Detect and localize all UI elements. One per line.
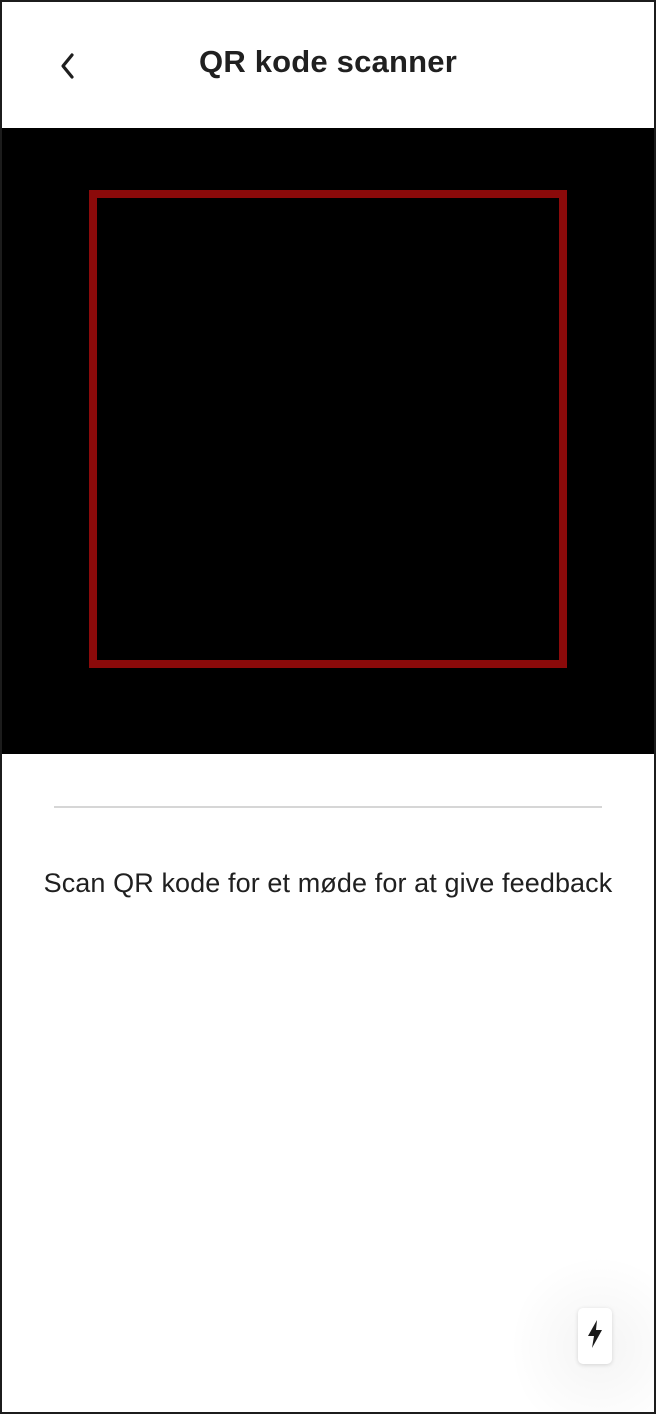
- flash-toggle-button[interactable]: [578, 1308, 612, 1364]
- scan-frame: [89, 190, 567, 668]
- flash-icon: [586, 1319, 604, 1354]
- divider: [54, 806, 602, 808]
- top-header: QR kode scanner: [2, 2, 654, 128]
- instruction-text: Scan QR kode for et møde for at give fee…: [43, 868, 613, 898]
- page-title: QR kode scanner: [199, 44, 457, 79]
- app-screen: QR kode scanner Scan QR kode for et møde…: [0, 0, 656, 1414]
- camera-preview: [2, 128, 654, 754]
